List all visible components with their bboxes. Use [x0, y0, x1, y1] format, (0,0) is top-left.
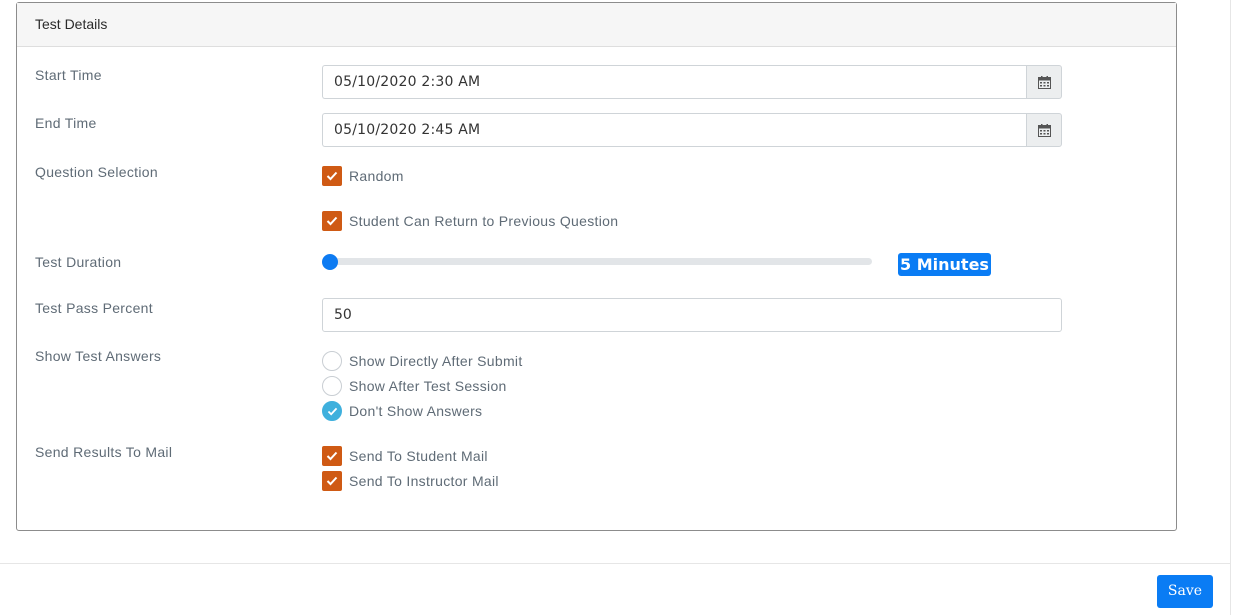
test-duration-slider[interactable] [322, 254, 872, 270]
random-checkbox[interactable] [322, 166, 342, 186]
show-after-submit-radio[interactable] [322, 351, 342, 371]
save-button[interactable]: Save [1157, 575, 1213, 608]
check-icon [326, 216, 338, 226]
return-previous-checkbox[interactable] [322, 211, 342, 231]
show-after-submit-label: Show Directly After Submit [349, 353, 523, 369]
test-duration-label: Test Duration [35, 254, 122, 270]
show-after-submit-option: Show Directly After Submit [322, 351, 523, 371]
return-previous-option: Student Can Return to Previous Question [322, 211, 618, 231]
panel-title: Test Details [17, 3, 1176, 47]
start-time-calendar-button[interactable] [1026, 65, 1062, 99]
calendar-icon [1037, 75, 1051, 89]
test-duration-badge: 5 Minutes [898, 253, 991, 276]
end-time-calendar-button[interactable] [1026, 113, 1062, 147]
end-time-input-group: 05/10/2020 2:45 AM [322, 113, 1062, 147]
student-mail-checkbox[interactable] [322, 446, 342, 466]
page-edge-divider [1230, 0, 1231, 615]
dont-show-answers-option: Don't Show Answers [322, 401, 482, 421]
dont-show-answers-radio[interactable] [322, 401, 342, 421]
random-option-label: Random [349, 168, 404, 184]
show-after-session-radio[interactable] [322, 376, 342, 396]
dont-show-answers-label: Don't Show Answers [349, 403, 483, 419]
random-option: Random [322, 166, 404, 186]
check-icon [326, 451, 338, 461]
calendar-icon [1037, 123, 1051, 137]
slider-track [328, 258, 872, 265]
send-results-label: Send Results To Mail [35, 444, 173, 460]
start-time-input-group: 05/10/2020 2:30 AM [322, 65, 1062, 99]
instructor-mail-label: Send To Instructor Mail [349, 473, 499, 489]
student-mail-label: Send To Student Mail [349, 448, 488, 464]
start-time-label: Start Time [35, 67, 102, 83]
check-icon [327, 407, 337, 415]
instructor-mail-checkbox[interactable] [322, 471, 342, 491]
pass-percent-input[interactable]: 50 [322, 298, 1062, 332]
end-time-label: End Time [35, 115, 97, 131]
student-mail-option: Send To Student Mail [322, 446, 488, 466]
instructor-mail-option: Send To Instructor Mail [322, 471, 499, 491]
return-previous-option-label: Student Can Return to Previous Question [349, 213, 619, 229]
show-after-session-option: Show After Test Session [322, 376, 507, 396]
footer-divider [0, 563, 1230, 564]
end-time-input[interactable]: 05/10/2020 2:45 AM [322, 113, 1026, 147]
start-time-input[interactable]: 05/10/2020 2:30 AM [322, 65, 1026, 99]
show-after-session-label: Show After Test Session [349, 378, 507, 394]
slider-thumb[interactable] [322, 254, 338, 270]
check-icon [326, 476, 338, 486]
check-icon [326, 171, 338, 181]
show-answers-label: Show Test Answers [35, 348, 162, 364]
pass-percent-label: Test Pass Percent [35, 300, 153, 316]
question-selection-label: Question Selection [35, 164, 158, 180]
